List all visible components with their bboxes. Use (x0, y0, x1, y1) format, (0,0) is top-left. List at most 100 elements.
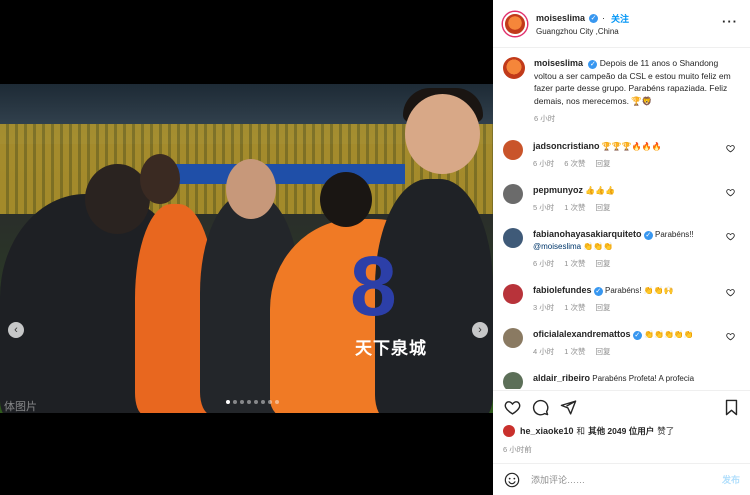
follow-button[interactable]: 关注 (611, 12, 629, 25)
media-viewer: 8 天下泉城 体图片 ‹ › (0, 0, 493, 495)
comment-likes[interactable]: 1 次赞 (564, 346, 585, 358)
carousel-dot (254, 400, 258, 404)
comment-item: pepmunyoz 👍👍👍 5 小时 1 次赞 回复 (503, 183, 740, 214)
comment-text: 👍👍👍 (585, 185, 616, 195)
comment-bubble-icon[interactable] (531, 399, 549, 417)
comment-username[interactable]: fabiolefundes (533, 285, 592, 295)
player-head (320, 172, 372, 227)
reply-button[interactable]: 回复 (596, 258, 611, 270)
chevron-left-icon: ‹ (14, 324, 18, 336)
share-paper-plane-icon[interactable] (559, 399, 577, 417)
comment-text-tail: 👏👏👏 (581, 241, 614, 251)
comment-item: jadsoncristiano 🏆🏆🏆🔥🔥🔥 6 小时 6 次赞 回复 (503, 139, 740, 170)
commenter-avatar[interactable] (503, 183, 523, 204)
previous-image-button[interactable]: ‹ (8, 322, 24, 338)
likes-suffix: 赞了 (657, 426, 675, 436)
carousel-dot (240, 400, 244, 404)
chevron-right-icon: › (478, 324, 482, 336)
author-avatar[interactable] (503, 11, 527, 36)
bookmark-icon[interactable] (722, 399, 740, 417)
watermark: 体图片 (4, 401, 37, 413)
reply-button[interactable]: 回复 (596, 346, 611, 358)
carousel-dot (247, 400, 251, 404)
caption-username[interactable]: moiseslima (534, 58, 583, 68)
commenter-avatar[interactable] (503, 139, 523, 160)
caption-time: 6 小时 (534, 114, 556, 123)
post-caption: moiseslima ✓ Depois de 11 anos o Shandon… (503, 57, 740, 126)
comments-list[interactable]: moiseslima ✓ Depois de 11 anos o Shandon… (493, 49, 750, 389)
carousel-dot (261, 400, 265, 404)
next-image-button[interactable]: › (472, 322, 488, 338)
commenter-avatar[interactable] (503, 327, 523, 348)
comment-likes[interactable]: 1 次赞 (564, 202, 585, 214)
comment-likes[interactable]: 1 次赞 (564, 258, 585, 270)
comment-input[interactable] (531, 474, 701, 485)
post-location[interactable]: Guangzhou City ,China (536, 27, 629, 36)
player-head (140, 154, 180, 204)
carousel-dots (226, 400, 279, 404)
jersey-number: 8 (350, 239, 397, 333)
heart-icon[interactable] (726, 188, 736, 198)
heart-icon[interactable] (726, 332, 736, 342)
player-head (226, 159, 276, 219)
like-heart-icon[interactable] (503, 399, 521, 417)
comment-username[interactable]: oficialalexandremattos (533, 329, 631, 339)
commenter-avatar[interactable] (503, 371, 523, 389)
post-photo: 8 天下泉城 体图片 ‹ › (0, 84, 493, 413)
commenter-avatar[interactable] (503, 283, 523, 304)
comment-text: Parabéns Profeta! A profecia (592, 373, 695, 383)
verified-badge-icon: ✓ (589, 13, 599, 23)
comment-time[interactable]: 4 小时 (533, 346, 554, 358)
comment-time[interactable]: 5 小时 (533, 202, 554, 214)
stadium-banner (175, 164, 405, 184)
comment-text: 👏👏👏👏👏 (644, 329, 694, 339)
post-panel: moiseslima ✓ · 关注 Guangzhou City ,China … (493, 0, 750, 495)
comment-time[interactable]: 3 小时 (533, 302, 554, 314)
reply-button[interactable]: 回复 (596, 202, 611, 214)
comment-username[interactable]: fabianohayasakiarquiteto (533, 229, 642, 239)
comment-time[interactable]: 6 小时 (533, 158, 554, 170)
verified-badge-icon: ✓ (632, 330, 642, 340)
reply-button[interactable]: 回复 (596, 158, 611, 170)
comment-item: fabiolefundes ✓ Parabéns! 👏👏🙌 3 小时 1 次赞 … (503, 283, 740, 314)
more-options-icon[interactable]: ··· (722, 14, 738, 29)
comment-username[interactable]: aldair_ribeiro (533, 373, 590, 383)
comment-time[interactable]: 6 小时 (533, 258, 554, 270)
verified-badge-icon: ✓ (593, 286, 603, 296)
heart-icon[interactable] (726, 288, 736, 298)
verified-badge-icon: ✓ (643, 230, 653, 240)
reply-button[interactable]: 回复 (596, 302, 611, 314)
post-header: moiseslima ✓ · 关注 Guangzhou City ,China … (493, 0, 750, 48)
author-avatar[interactable] (503, 57, 525, 79)
liker-username[interactable]: he_xiaoke10 (520, 426, 574, 436)
commenter-avatar[interactable] (503, 227, 523, 248)
carousel-dot (268, 400, 272, 404)
heart-icon[interactable] (726, 232, 736, 242)
add-comment-bar: 发布 (493, 463, 750, 495)
comment-text: Parabéns! 👏👏🙌 (604, 285, 674, 295)
likes-others[interactable]: 其他 2049 位用户 (588, 425, 654, 437)
comment-text: Parabéns!! (655, 229, 694, 239)
post-timestamp: 6 小时前 (503, 445, 532, 454)
comment-mention[interactable]: @moiseslima (533, 242, 581, 251)
comment-item: fabianohayasakiarquiteto ✓ Parabéns!! @m… (503, 227, 740, 270)
likes-connector: 和 (576, 426, 586, 436)
comment-username[interactable]: jadsoncristiano (533, 141, 600, 151)
liker-avatar[interactable] (503, 425, 515, 437)
comment-text: 🏆🏆🏆🔥🔥🔥 (601, 141, 662, 151)
comment-item: aldair_ribeiro Parabéns Profeta! A profe… (503, 371, 740, 389)
heart-icon[interactable] (726, 144, 736, 154)
likes-summary: he_xiaoke10 和 其他 2049 位用户 赞了 (503, 425, 743, 437)
carousel-dot (275, 400, 279, 404)
carousel-dot (233, 400, 237, 404)
post-actions-bar (493, 390, 750, 424)
player-head (405, 94, 480, 174)
carousel-dot (226, 400, 230, 404)
verified-badge-icon: ✓ (588, 60, 598, 69)
post-comment-button[interactable]: 发布 (722, 473, 740, 486)
comment-username[interactable]: pepmunyoz (533, 185, 583, 195)
author-username[interactable]: moiseslima (536, 13, 585, 23)
comment-likes[interactable]: 6 次赞 (564, 158, 585, 170)
comment-likes[interactable]: 1 次赞 (564, 302, 585, 314)
emoji-smiley-icon[interactable] (503, 471, 521, 489)
